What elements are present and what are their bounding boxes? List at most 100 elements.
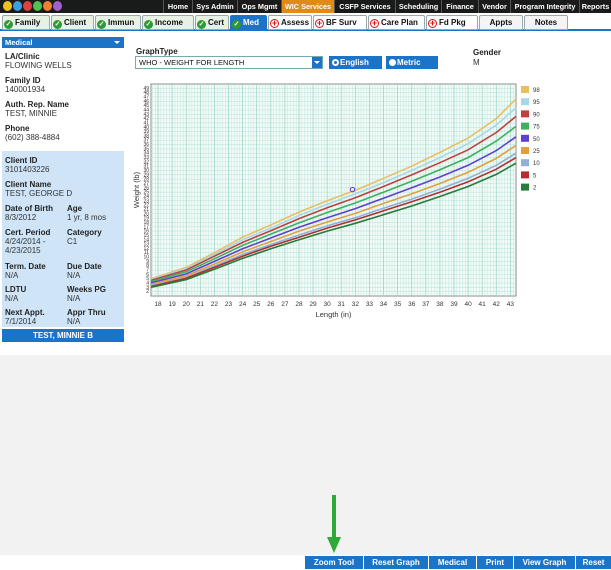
view-graph-button[interactable]: View Graph bbox=[513, 556, 575, 569]
appr-thru-label: Appr Thru bbox=[67, 308, 106, 317]
x-tick-label: 40 bbox=[464, 301, 472, 308]
check-icon: ✓ bbox=[53, 20, 62, 29]
tab-immun[interactable]: ✓ Immun bbox=[95, 15, 141, 30]
plus-icon: + bbox=[370, 18, 379, 28]
tab-med[interactable]: ✓ Med bbox=[230, 15, 267, 30]
client-sidebar: Medical LA/Clinic FLOWING WELLS Family I… bbox=[2, 37, 124, 349]
x-tick-label: 22 bbox=[211, 301, 219, 308]
metric-radio[interactable]: Metric bbox=[386, 56, 438, 69]
chevron-down-icon bbox=[114, 41, 120, 44]
graphtype-label: GraphType bbox=[136, 47, 178, 56]
x-tick-label: 33 bbox=[366, 301, 374, 308]
age-value: 1 yr, 8 mos bbox=[67, 213, 107, 222]
tab-fd-pkg[interactable]: + Fd Pkg bbox=[426, 15, 478, 30]
x-tick-label: 25 bbox=[253, 301, 261, 308]
legend-label-98: 98 bbox=[533, 88, 540, 94]
nav-finance[interactable]: Finance bbox=[441, 0, 478, 13]
x-tick-label: 23 bbox=[225, 301, 233, 308]
client-info-panel: Client ID 3101403226 Client Name TEST, G… bbox=[2, 151, 124, 327]
client-id-label: Client ID bbox=[5, 156, 38, 165]
check-icon: ✓ bbox=[97, 20, 106, 29]
tab-cert[interactable]: ✓ Cert bbox=[195, 15, 229, 30]
tab-notes[interactable]: Notes bbox=[524, 15, 568, 30]
radio-selected-icon bbox=[332, 59, 339, 66]
legend-label-50: 50 bbox=[533, 137, 540, 143]
legend-swatch-5 bbox=[521, 171, 529, 179]
x-tick-label: 30 bbox=[324, 301, 332, 308]
due-date-label: Due Date bbox=[67, 262, 102, 271]
legend-swatch-75 bbox=[521, 122, 529, 130]
category-value: C1 bbox=[67, 237, 78, 246]
x-tick-label: 26 bbox=[267, 301, 275, 308]
gender-value: M bbox=[473, 58, 480, 67]
nav-scheduling[interactable]: Scheduling bbox=[395, 0, 441, 13]
client-id-value: 3101403226 bbox=[5, 165, 50, 174]
client-name-value: TEST, GEORGE D bbox=[5, 189, 73, 198]
client-name-label: Client Name bbox=[5, 180, 52, 189]
plus-icon: + bbox=[270, 18, 279, 28]
tab-care-plan[interactable]: + Care Plan bbox=[368, 15, 425, 30]
nav-sys-admin[interactable]: Sys Admin bbox=[192, 0, 237, 13]
check-icon: ✓ bbox=[4, 20, 13, 29]
tab-assess[interactable]: + Assess bbox=[268, 15, 312, 30]
growth-chart: 2 3 4 5 6 7 8 9 10 11 12 13 14 15 16 17 18 19 20 21 22 23 24 25… bbox=[131, 78, 611, 320]
legend-swatch-2 bbox=[521, 183, 529, 191]
x-tick-label: 19 bbox=[169, 301, 177, 308]
radio-unselected-icon bbox=[389, 59, 396, 66]
nav-ops-mgmt[interactable]: Ops Mgmt bbox=[237, 0, 281, 13]
x-tick-label: 27 bbox=[281, 301, 289, 308]
cert-period-start: 4/24/2014 - bbox=[5, 237, 46, 246]
ldtu-value: N/A bbox=[5, 294, 19, 303]
nav-home[interactable]: Home bbox=[163, 0, 192, 13]
x-axis-label: Length (in) bbox=[316, 310, 352, 319]
cert-period-end: 4/23/2015 bbox=[5, 246, 41, 255]
medical-button[interactable]: Medical bbox=[428, 556, 476, 569]
reset-graph-button[interactable]: Reset Graph bbox=[363, 556, 428, 569]
x-tick-label: 41 bbox=[479, 301, 487, 308]
zoom-tool-button[interactable]: Zoom Tool bbox=[304, 556, 363, 569]
x-tick-label: 18 bbox=[154, 301, 162, 308]
legend-swatch-50 bbox=[521, 134, 529, 142]
appr-thru-value: N/A bbox=[67, 317, 81, 326]
module-tab-bar: ✓ Family ✓ Client ✓ Immun ✓ Income ✓ Cert ✓ Me… bbox=[0, 14, 611, 31]
x-tick-label: 38 bbox=[436, 301, 444, 308]
sidebar-header[interactable]: Medical bbox=[2, 37, 124, 48]
nav-wic-services[interactable]: WIC Services bbox=[281, 0, 334, 13]
green-arrow-annotation bbox=[327, 495, 341, 553]
x-tick-label: 28 bbox=[295, 301, 303, 308]
auth-rep-footer[interactable]: TEST, MINNIE B bbox=[2, 329, 124, 342]
reset-button[interactable]: Reset bbox=[575, 556, 611, 569]
auth-rep-label: Auth. Rep. Name bbox=[5, 100, 70, 109]
legend-swatch-95 bbox=[521, 98, 529, 106]
family-id-value: 140001934 bbox=[5, 85, 46, 94]
tab-client[interactable]: ✓ Client bbox=[51, 15, 94, 30]
nav-program-integrity[interactable]: Program Integrity bbox=[510, 0, 579, 13]
nav-reports[interactable]: Reports bbox=[579, 0, 611, 13]
legend-swatch-10 bbox=[521, 159, 529, 167]
tab-bf-surv[interactable]: + BF Surv bbox=[313, 15, 367, 30]
tab-family[interactable]: ✓ Family bbox=[2, 15, 50, 30]
x-tick-label: 36 bbox=[408, 301, 416, 308]
plus-icon: + bbox=[428, 18, 437, 28]
graphtype-select[interactable]: WHO - WEIGHT FOR LENGTH bbox=[135, 56, 323, 69]
tab-appts[interactable]: Appts bbox=[479, 15, 523, 30]
x-tick-label: 43 bbox=[507, 301, 515, 308]
phone-value: (602) 388-4884 bbox=[5, 133, 60, 142]
print-button[interactable]: Print bbox=[476, 556, 513, 569]
la-clinic-value: FLOWING WELLS bbox=[5, 61, 72, 70]
ldtu-label: LDTU bbox=[5, 285, 27, 294]
y-axis-label: Weight (lb) bbox=[132, 171, 141, 208]
nav-vendor[interactable]: Vendor bbox=[478, 0, 510, 13]
age-label: Age bbox=[67, 204, 83, 213]
x-tick-label: 21 bbox=[197, 301, 205, 308]
empty-area bbox=[0, 355, 611, 555]
x-tick-label: 35 bbox=[394, 301, 402, 308]
check-icon: ✓ bbox=[144, 20, 153, 29]
english-radio[interactable]: English bbox=[329, 56, 382, 69]
tab-income[interactable]: ✓ Income bbox=[142, 15, 194, 30]
x-tick-label: 42 bbox=[493, 301, 501, 308]
legend-label-10: 10 bbox=[533, 161, 540, 167]
x-tick-label: 29 bbox=[309, 301, 317, 308]
phone-label: Phone bbox=[5, 124, 30, 133]
nav-csfp-services[interactable]: CSFP Services bbox=[334, 0, 395, 13]
